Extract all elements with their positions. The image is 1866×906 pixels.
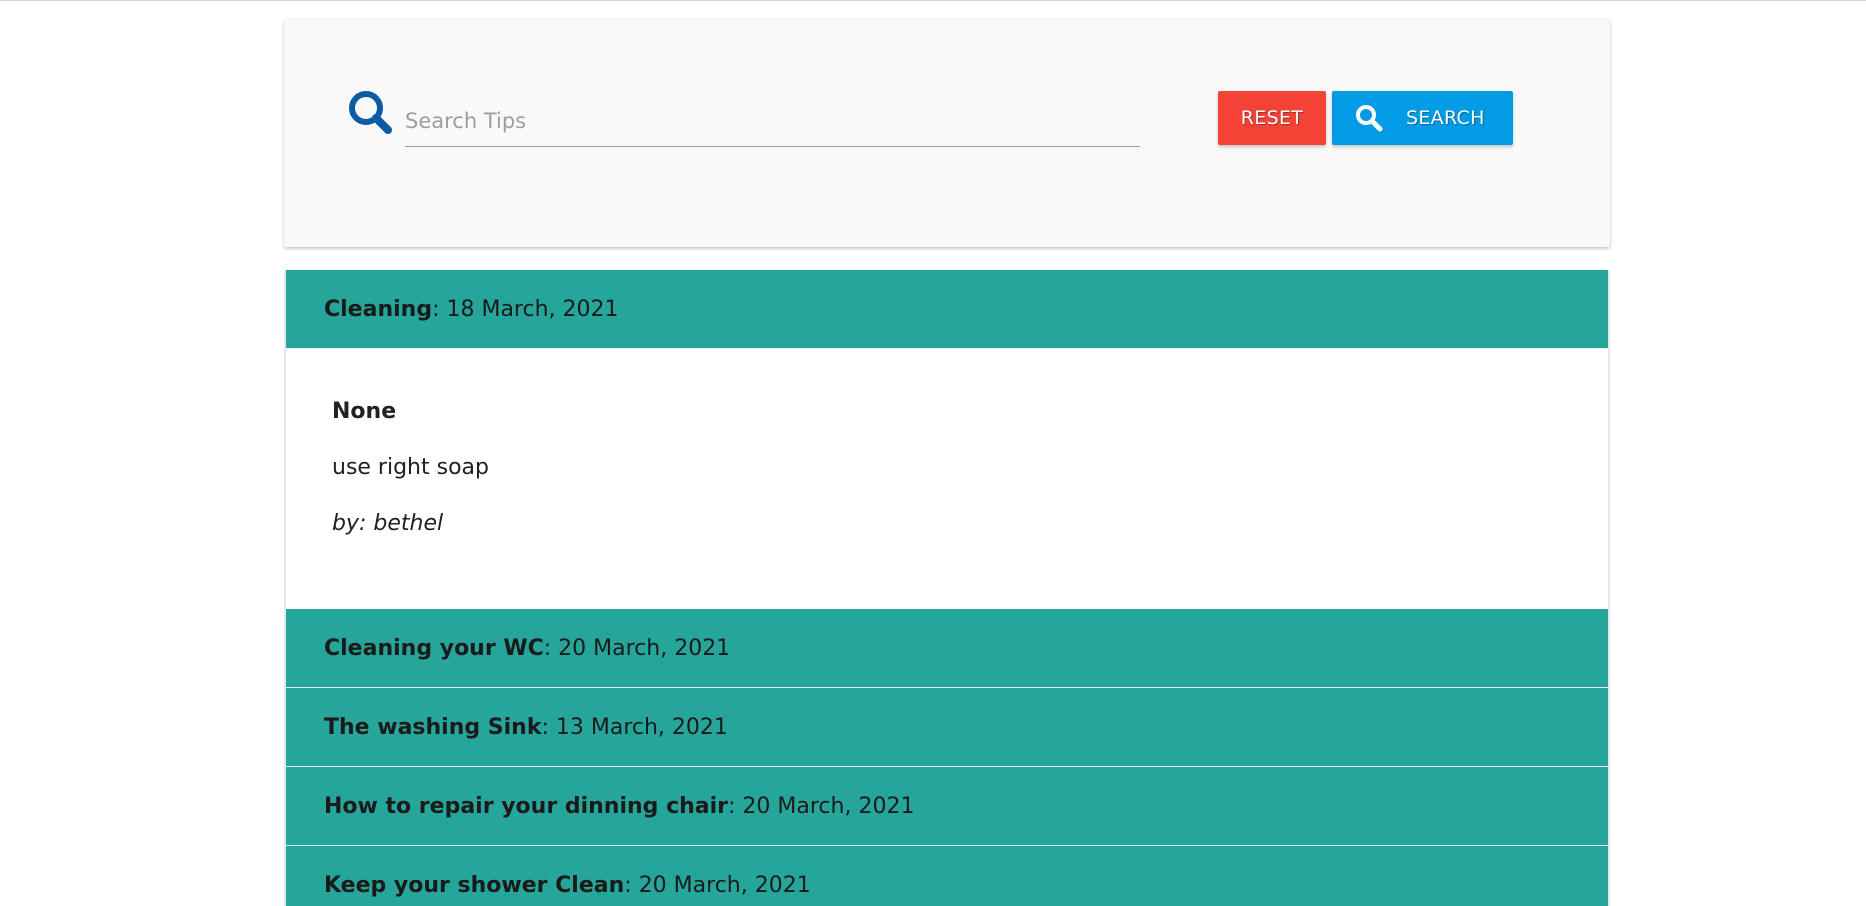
search-icon [1354,103,1384,133]
tip-header[interactable]: The washing Sink: 13 March, 2021 [286,688,1608,767]
reset-button-label: RESET [1240,107,1304,129]
tip-separator: : [432,296,447,322]
tip-body-text: use right soap [332,455,489,480]
tip-title: The washing Sink [324,714,542,740]
search-button[interactable]: SEARCH [1332,91,1513,145]
tip-date: 20 March, 2021 [558,635,731,661]
tips-accordion: Cleaning: 18 March, 2021 None use right … [284,270,1610,906]
tip-header[interactable]: Cleaning your WC: 20 March, 2021 [286,609,1608,688]
tip-title: Cleaning [324,296,433,322]
tip-header[interactable]: How to repair your dinning chair: 20 Mar… [286,767,1608,846]
tip-title: Keep your shower Clean [324,872,625,898]
tip-author: by: bethel [332,511,444,536]
tip-separator: : [728,793,743,819]
tip-separator: : [543,635,559,661]
tip-body-title: None [332,399,397,424]
tip-date: 18 March, 2021 [446,296,619,322]
tip-date: 13 March, 2021 [555,714,728,740]
search-input[interactable] [405,103,1140,147]
search-button-label: SEARCH [1406,107,1485,129]
tip-date: 20 March, 2021 [742,793,915,819]
tip-title: How to repair your dinning chair [324,793,729,819]
tip-header[interactable]: Keep your shower Clean: 20 March, 2021 [286,846,1608,906]
tip-date: 20 March, 2021 [638,872,811,898]
search-icon [346,88,394,136]
top-divider [0,0,1866,1]
reset-button[interactable]: RESET [1218,91,1326,145]
tip-separator: : [541,714,556,740]
tip-title: Cleaning your WC [324,635,544,661]
tip-body: None use right soap by: bethel [286,349,1608,609]
tip-header[interactable]: Cleaning: 18 March, 2021 [286,270,1608,349]
tip-separator: : [624,872,639,898]
search-card: RESET SEARCH [284,19,1610,247]
